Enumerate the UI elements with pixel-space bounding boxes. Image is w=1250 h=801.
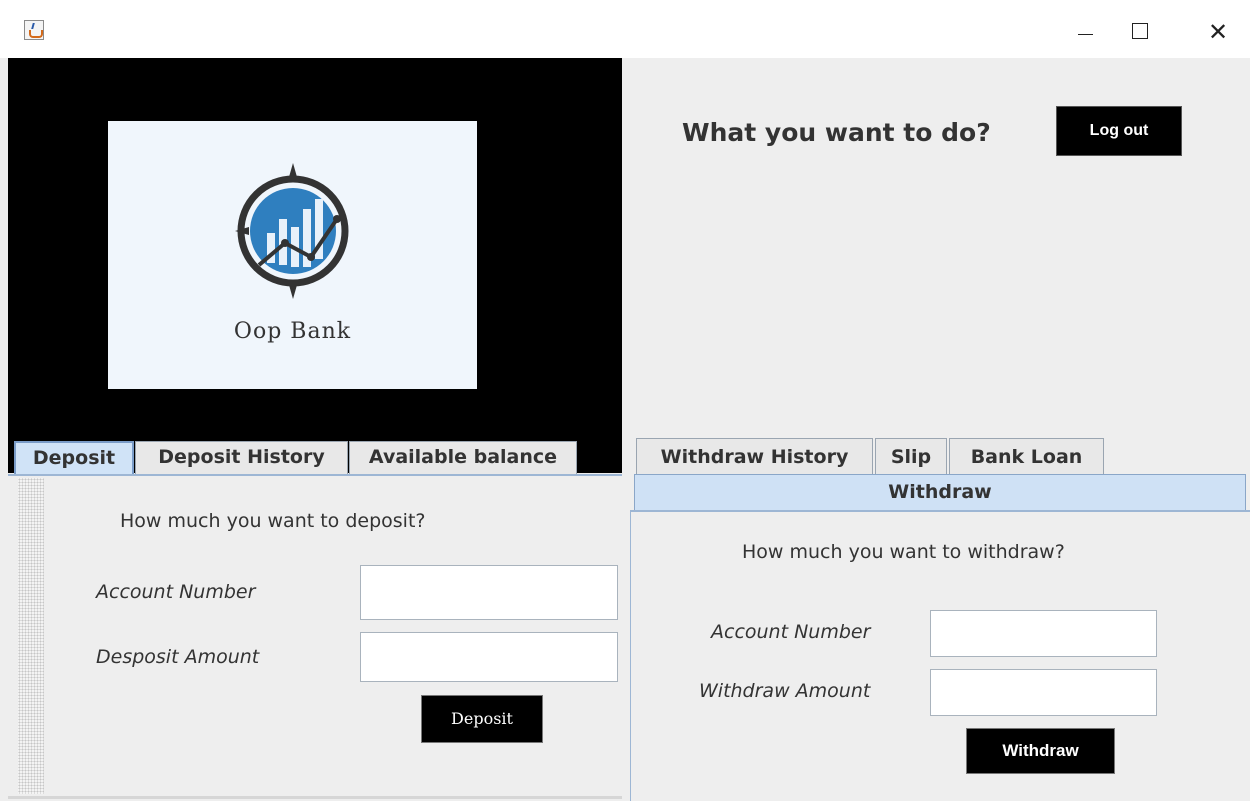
- deposit-account-label: Account Number: [96, 581, 256, 603]
- withdraw-account-field[interactable]: [930, 610, 1157, 657]
- deposit-amount-field[interactable]: [360, 632, 618, 682]
- logo-panel: Oop Bank: [8, 58, 622, 473]
- deposit-question: How much you want to deposit?: [120, 510, 426, 532]
- tab-slip[interactable]: Slip: [875, 438, 947, 476]
- withdraw-amount-field[interactable]: [930, 669, 1157, 716]
- minimize-icon: [1078, 34, 1093, 35]
- main-window: ✕ Oop Bank What you want to do? Log out …: [0, 0, 1250, 801]
- withdraw-account-label: Account Number: [711, 621, 871, 643]
- minimize-button[interactable]: [1062, 10, 1108, 50]
- tab-withdraw[interactable]: Withdraw: [634, 474, 1246, 510]
- panel-gripper: [18, 478, 44, 794]
- close-icon: ✕: [1208, 18, 1229, 46]
- withdraw-question: How much you want to withdraw?: [742, 541, 1065, 563]
- maximize-button[interactable]: [1116, 10, 1162, 50]
- deposit-account-field[interactable]: [360, 565, 618, 620]
- logo-text: Oop Bank: [233, 319, 352, 344]
- action-question: What you want to do?: [682, 118, 991, 147]
- tab-deposit[interactable]: Deposit: [14, 441, 134, 474]
- compass-chart-logo-icon: [235, 163, 349, 299]
- tab-deposit-history[interactable]: Deposit History: [135, 441, 348, 474]
- java-app-icon: [24, 20, 44, 40]
- tab-available-balance[interactable]: Available balance: [349, 441, 577, 474]
- divider: [8, 796, 622, 799]
- tab-bank-loan[interactable]: Bank Loan: [949, 438, 1104, 476]
- maximize-icon: [1132, 23, 1148, 39]
- deposit-amount-label: Desposit Amount: [96, 646, 260, 668]
- tab-withdraw-history[interactable]: Withdraw History: [636, 438, 873, 476]
- close-button[interactable]: ✕: [1194, 10, 1240, 50]
- withdraw-amount-label: Withdraw Amount: [699, 680, 871, 702]
- logout-button[interactable]: Log out: [1056, 106, 1182, 156]
- bank-logo: Oop Bank: [108, 121, 477, 389]
- withdraw-button[interactable]: Withdraw: [966, 728, 1115, 774]
- deposit-button[interactable]: Deposit: [421, 695, 543, 743]
- title-bar: ✕: [0, 0, 1250, 58]
